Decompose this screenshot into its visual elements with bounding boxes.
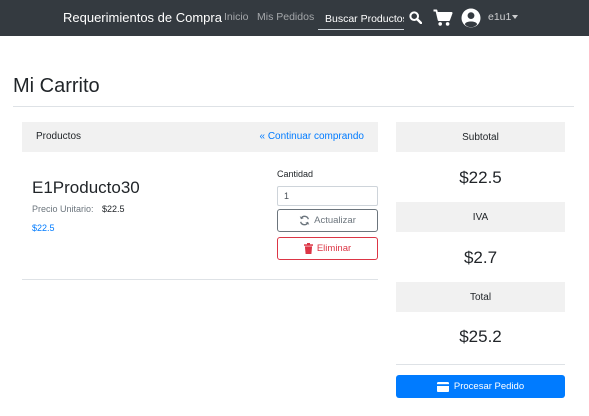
unit-price-label: Precio Unitario:: [32, 204, 94, 214]
sync-icon: [299, 215, 310, 226]
search-icon[interactable]: [409, 11, 422, 24]
nav-link-mis-pedidos[interactable]: Mis Pedidos: [257, 11, 314, 23]
search-box: [318, 9, 404, 30]
products-header-label: Productos: [36, 131, 82, 142]
navbar-brand[interactable]: Requerimientos de Compra: [63, 10, 222, 25]
delete-button[interactable]: Eliminar: [277, 237, 378, 260]
update-button-label: Actualizar: [314, 215, 356, 226]
items-divider: [22, 279, 378, 280]
credit-card-icon: [436, 381, 449, 392]
user-menu-label[interactable]: e1u1: [488, 11, 511, 23]
iva-header: IVA: [396, 202, 565, 232]
subtotal-value: $22.5: [459, 168, 502, 187]
summary-divider: [396, 364, 565, 365]
iva-value: $2.7: [463, 248, 498, 267]
update-button[interactable]: Actualizar: [277, 209, 378, 232]
nav-link-inicio[interactable]: Inicio: [224, 11, 249, 23]
line-total: $22.5: [32, 223, 55, 233]
process-order-button[interactable]: Procesar Pedido: [396, 375, 565, 398]
chevron-down-icon[interactable]: [512, 15, 518, 19]
continue-shopping-link[interactable]: « Continuar comprando: [259, 131, 364, 142]
cart-icon[interactable]: [433, 9, 453, 27]
total-header: Total: [396, 282, 565, 312]
page-title: Mi Carrito: [13, 75, 100, 97]
quantity-input[interactable]: [277, 186, 378, 206]
user-circle-icon[interactable]: [461, 8, 481, 28]
total-value: $25.2: [459, 327, 502, 346]
unit-price-value: $22.5: [102, 204, 125, 214]
subtotal-header: Subtotal: [396, 122, 565, 152]
product-name: E1Producto30: [32, 178, 140, 197]
process-order-label: Procesar Pedido: [453, 381, 525, 392]
search-input[interactable]: [318, 9, 404, 29]
quantity-label: Cantidad: [277, 169, 314, 179]
title-divider: [13, 106, 574, 107]
delete-button-label: Eliminar: [316, 243, 352, 254]
top-navbar: Requerimientos de Compra Inicio Mis Pedi…: [0, 0, 589, 36]
products-header: Productos « Continuar comprando: [22, 122, 378, 152]
trash-icon: [303, 243, 313, 254]
